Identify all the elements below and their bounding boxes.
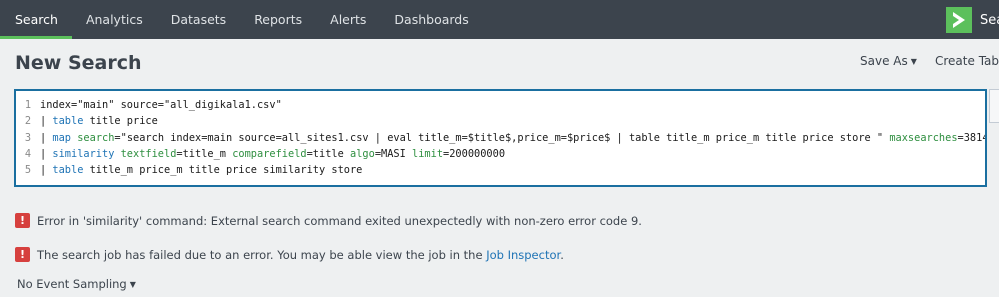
line-number: 1 <box>24 99 32 112</box>
code-text: =MASI <box>374 148 413 161</box>
code-line: 1 index="main" source="all_digikala1.csv" <box>16 97 985 113</box>
create-table-button[interactable]: Create Table <box>935 54 999 68</box>
code-argument: search <box>77 131 115 144</box>
error-icon: ! <box>15 247 30 262</box>
error-icon: ! <box>15 213 30 228</box>
page-header: New Search Save As▼ Create Table <box>0 39 999 89</box>
code-text: ="search index=main source=all_sites1.cs… <box>114 131 890 144</box>
nav-item-search[interactable]: Search <box>0 0 72 39</box>
code-text: title_m price_m title price similarity s… <box>83 164 363 177</box>
code-command: table <box>52 115 84 128</box>
code-text: | <box>40 131 53 144</box>
code-text: | <box>40 164 53 177</box>
caret-down-icon: ▼ <box>910 57 917 66</box>
splunk-logo-icon <box>946 7 972 33</box>
code-text: =3814 <box>957 131 987 144</box>
event-sampling-dropdown[interactable]: No Event Sampling ▼ <box>17 277 136 291</box>
code-line: 3 | map search ="search index=main source=… <box>16 130 985 146</box>
job-inspector-link[interactable]: Job Inspector <box>486 248 560 262</box>
error-message-job-failed: ! The search job has failed due to an er… <box>15 247 564 262</box>
nav-item-analytics[interactable]: Analytics <box>72 0 157 39</box>
nav-item-alerts[interactable]: Alerts <box>316 0 380 39</box>
error-message-text: The search job has failed due to an erro… <box>37 247 564 262</box>
code-text: title price <box>83 115 158 128</box>
top-navigation-bar: Search Analytics Datasets Reports Alerts… <box>0 0 999 39</box>
line-number: 2 <box>24 115 32 128</box>
code-text: | <box>40 115 53 128</box>
code-line: 4 | similarity textfield =title_m comparef… <box>16 146 985 162</box>
line-number: 4 <box>24 148 32 161</box>
save-as-label: Save As <box>860 54 908 68</box>
nav-item-dashboards[interactable]: Dashboards <box>380 0 482 39</box>
code-command: map <box>52 131 72 144</box>
code-command: table <box>52 164 84 177</box>
nav-item-reports[interactable]: Reports <box>240 0 316 39</box>
page-title: New Search <box>15 52 142 74</box>
code-argument: limit <box>412 148 444 161</box>
caret-down-icon: ▼ <box>129 280 136 289</box>
event-sampling-label: No Event Sampling <box>17 277 127 291</box>
line-number: 5 <box>24 164 32 177</box>
code-argument: maxsearches <box>889 131 958 144</box>
code-text: =200000000 <box>443 148 506 161</box>
error-message-text: Error in 'similarity' command: External … <box>37 213 642 228</box>
code-text: =title_m <box>176 148 233 161</box>
code-argument: textfield <box>120 148 177 161</box>
code-text: index="main" source="all_digikala1.csv" <box>40 99 282 112</box>
code-line: 5 | table title_m price_m title price sim… <box>16 162 985 178</box>
error-message-similarity: ! Error in 'similarity' command: Externa… <box>15 213 642 228</box>
save-as-dropdown[interactable]: Save As ▼ <box>860 54 917 68</box>
nav-item-datasets[interactable]: Datasets <box>157 0 240 39</box>
search-query-editor[interactable]: 1 index="main" source="all_digikala1.csv"… <box>14 89 987 187</box>
code-argument: algo <box>350 148 375 161</box>
code-line: 2 | table title price <box>16 113 985 129</box>
line-number: 3 <box>24 131 32 144</box>
logo-text: Sea <box>980 12 999 28</box>
code-command: similarity <box>52 148 115 161</box>
code-text: | <box>40 148 53 161</box>
code-text: =title <box>306 148 351 161</box>
code-argument: comparefield <box>232 148 307 161</box>
editor-side-button[interactable] <box>989 89 999 123</box>
app-logo[interactable]: Sea <box>946 7 999 33</box>
